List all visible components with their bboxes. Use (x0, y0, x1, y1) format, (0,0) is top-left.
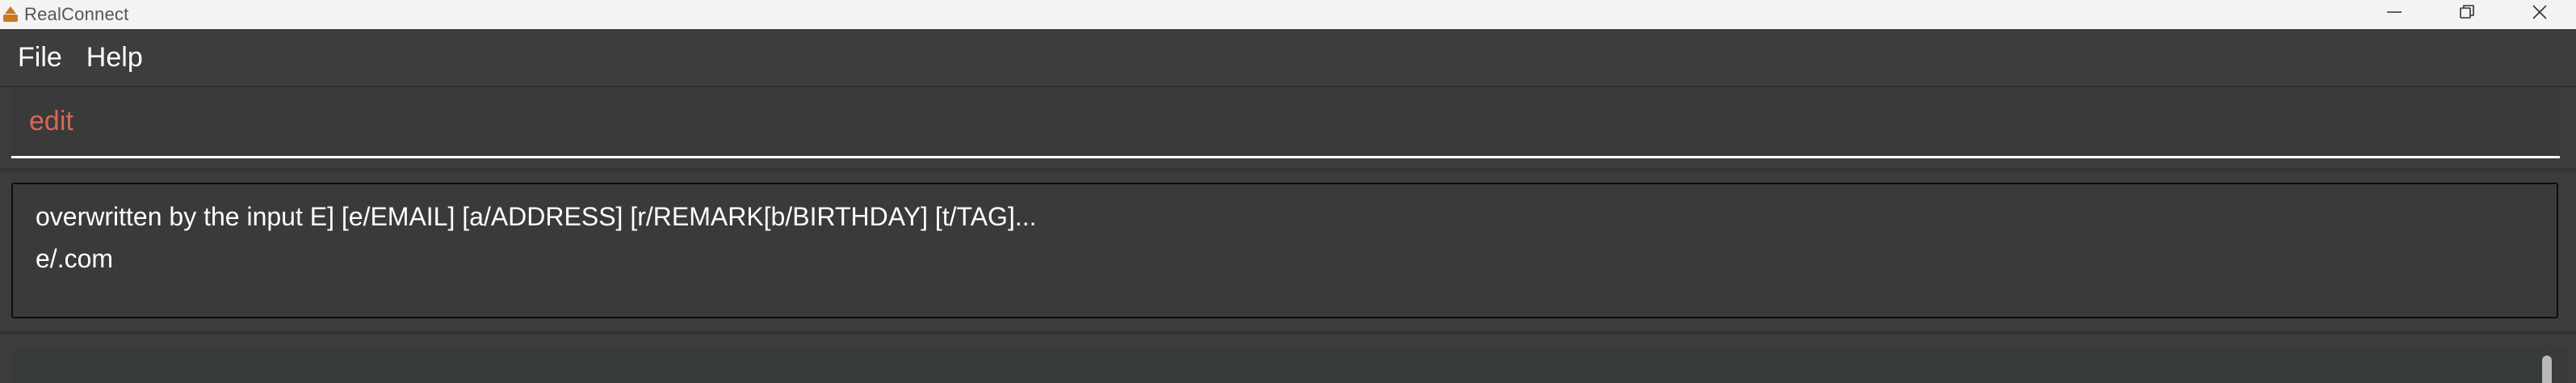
restore-button[interactable] (2431, 0, 2503, 24)
divider (0, 168, 2576, 171)
divider (0, 331, 2576, 335)
result-line: e/.com (36, 244, 114, 273)
restore-icon (2460, 5, 2474, 19)
scrollbar-thumb[interactable] (2542, 356, 2552, 383)
window-controls (2358, 0, 2576, 29)
minimize-icon (2387, 11, 2402, 13)
app-window: RealConnect File Help edit overwritten b… (0, 0, 2576, 383)
menu-file[interactable]: File (0, 42, 62, 74)
result-line: overwritten by the input E] [e/EMAIL] [a… (36, 202, 1037, 231)
close-button[interactable] (2503, 0, 2576, 24)
command-input[interactable] (11, 87, 2560, 158)
person-list-panel[interactable] (11, 349, 2547, 383)
window-title: RealConnect (24, 4, 129, 24)
result-display[interactable]: overwritten by the input E] [e/EMAIL] [a… (11, 183, 2558, 318)
minimize-button[interactable] (2358, 0, 2431, 24)
close-icon (2532, 5, 2547, 19)
menu-bar: File Help (0, 29, 2576, 87)
command-box (0, 87, 2576, 168)
house-icon (2, 5, 19, 24)
menu-help[interactable]: Help (73, 42, 143, 74)
title-bar[interactable]: RealConnect (0, 0, 2576, 29)
